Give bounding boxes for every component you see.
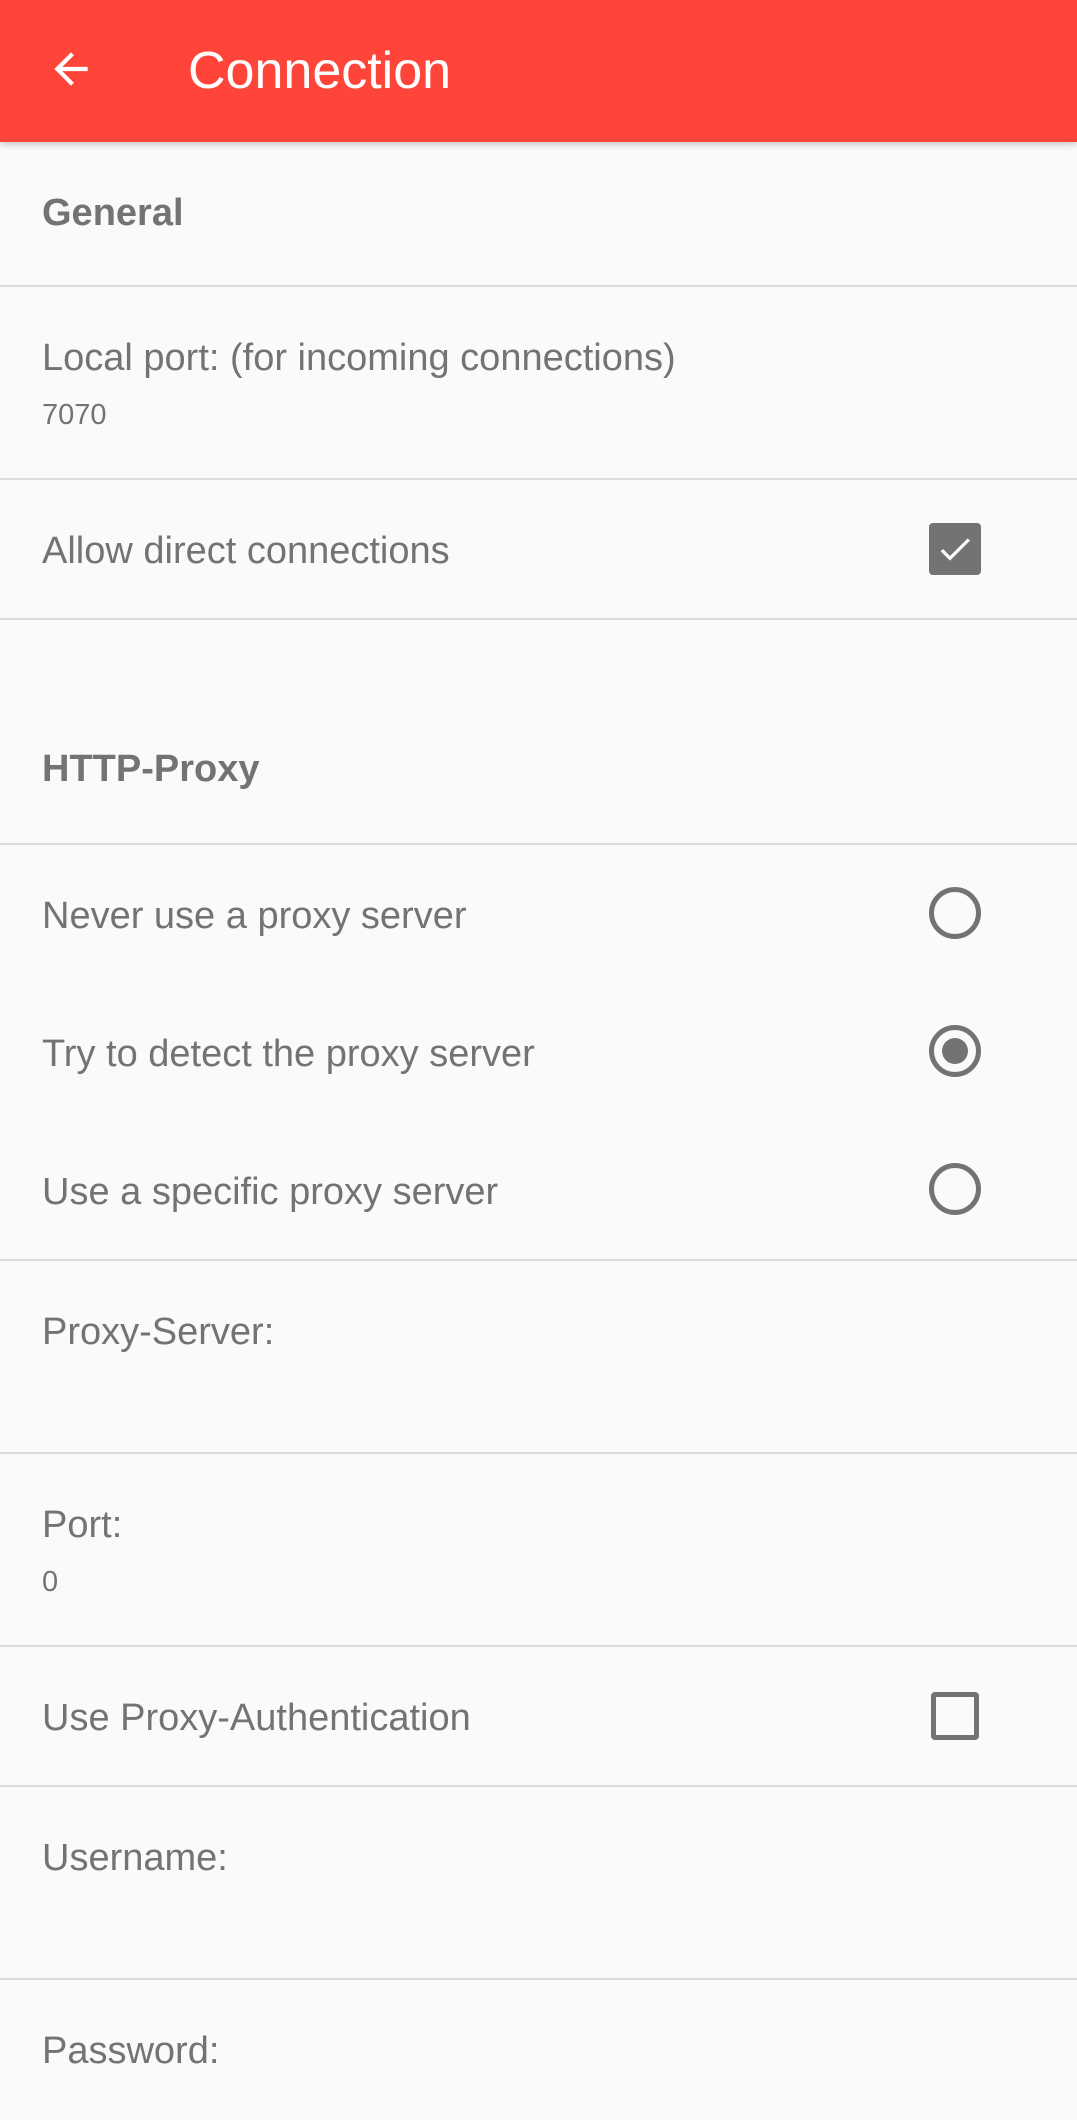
pref-local-port-title: Local port: (for incoming connections) bbox=[42, 337, 676, 379]
pref-allow-direct[interactable]: Allow direct connections bbox=[0, 480, 1077, 620]
pref-local-port[interactable]: Local port: (for incoming connections) 7… bbox=[0, 287, 1077, 480]
radio-button[interactable] bbox=[929, 1163, 981, 1215]
back-button[interactable] bbox=[30, 28, 112, 110]
page-title: Connection bbox=[188, 42, 452, 100]
radio-button[interactable] bbox=[929, 887, 981, 939]
pref-use-auth-title: Use Proxy-Authentication bbox=[42, 1697, 471, 1739]
radio-option-never[interactable]: Never use a proxy server bbox=[0, 845, 1077, 983]
pref-username-title: Username: bbox=[42, 1837, 228, 1879]
check-icon bbox=[940, 538, 970, 561]
pref-proxy-port[interactable]: Port: 0 bbox=[0, 1454, 1077, 1647]
pref-username[interactable]: Username: bbox=[0, 1787, 1077, 1980]
arrow-back-icon bbox=[54, 52, 88, 86]
pref-password-title: Password: bbox=[42, 2030, 220, 2072]
app-bar: Connection bbox=[0, 0, 1077, 142]
pref-proxy-server[interactable]: Proxy-Server: bbox=[0, 1261, 1077, 1454]
use-auth-checkbox[interactable] bbox=[931, 1692, 979, 1740]
preferences-list: General Local port: (for incoming connec… bbox=[0, 142, 1077, 2120]
radio-option-label: Never use a proxy server bbox=[42, 895, 467, 937]
radio-option-label: Use a specific proxy server bbox=[42, 1171, 499, 1213]
pref-use-auth[interactable]: Use Proxy-Authentication bbox=[0, 1647, 1077, 1787]
allow-direct-checkbox[interactable] bbox=[929, 523, 981, 575]
section-title-general: General bbox=[42, 192, 184, 234]
radio-button-selected[interactable] bbox=[929, 1025, 981, 1077]
pref-password[interactable]: Password: bbox=[0, 1980, 1077, 2120]
section-header-http-proxy: HTTP-Proxy bbox=[0, 620, 1077, 845]
radio-option-specific[interactable]: Use a specific proxy server bbox=[0, 1121, 1077, 1261]
section-title-http-proxy: HTTP-Proxy bbox=[42, 748, 260, 790]
radio-option-detect[interactable]: Try to detect the proxy server bbox=[0, 983, 1077, 1121]
pref-allow-direct-title: Allow direct connections bbox=[42, 530, 450, 572]
pref-proxy-server-title: Proxy-Server: bbox=[42, 1311, 275, 1353]
pref-local-port-value: 7070 bbox=[42, 399, 107, 431]
pref-proxy-port-title: Port: bbox=[42, 1504, 123, 1546]
section-header-general: General bbox=[0, 142, 1077, 287]
radio-option-label: Try to detect the proxy server bbox=[42, 1033, 535, 1075]
pref-proxy-port-value: 0 bbox=[42, 1566, 59, 1598]
